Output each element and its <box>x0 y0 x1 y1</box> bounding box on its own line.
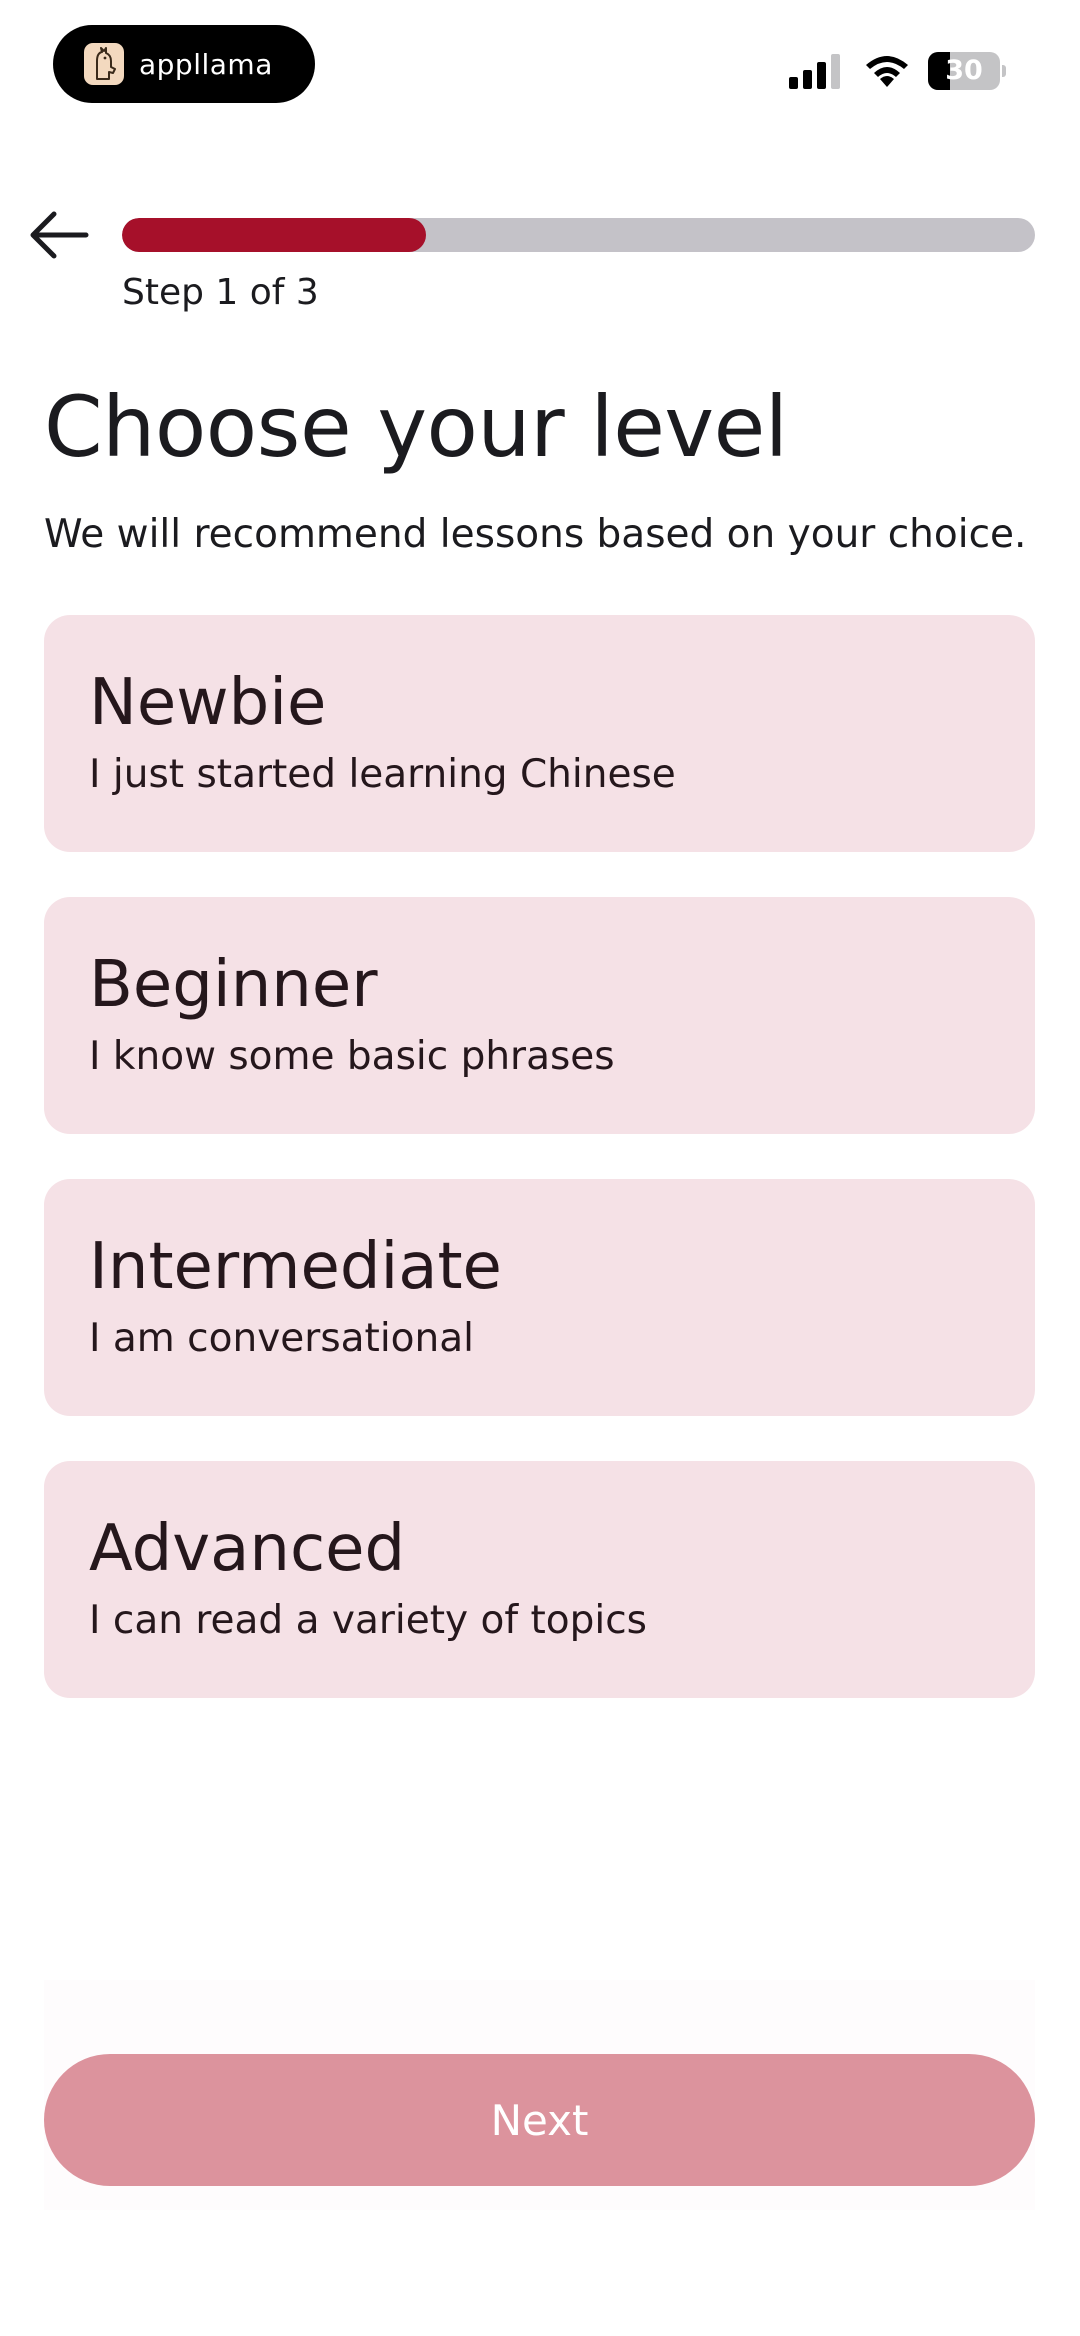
level-option-advanced[interactable]: Advanced I can read a variety of topics <box>44 1461 1035 1698</box>
llama-logo-icon <box>84 43 124 85</box>
recording-indicator: appllama <box>53 25 315 103</box>
next-button[interactable]: Next <box>44 2054 1035 2186</box>
onboarding-screen: appllama 30 Step 1 of 3 Choose your leve… <box>0 0 1080 2336</box>
level-options: Newbie I just started learning Chinese B… <box>44 615 1035 1743</box>
cellular-signal-icon <box>789 54 840 89</box>
level-description: I am conversational <box>89 1316 474 1361</box>
level-description: I can read a variety of topics <box>89 1598 647 1643</box>
level-description: I just started learning Chinese <box>89 752 676 797</box>
wifi-icon <box>866 56 908 87</box>
page-title: Choose your level <box>44 378 788 476</box>
battery-icon: 30 <box>928 52 1006 90</box>
level-name: Beginner <box>89 948 378 1022</box>
level-name: Intermediate <box>89 1230 502 1304</box>
app-name: appllama <box>139 47 273 81</box>
back-button[interactable] <box>26 200 92 270</box>
progress-bar <box>122 218 1035 252</box>
battery-level: 30 <box>945 55 983 86</box>
progress-bar-fill <box>122 218 427 252</box>
step-label: Step 1 of 3 <box>122 272 319 313</box>
level-name: Advanced <box>89 1512 406 1586</box>
level-name: Newbie <box>89 666 327 740</box>
level-description: I know some basic phrases <box>89 1034 615 1079</box>
level-option-beginner[interactable]: Beginner I know some basic phrases <box>44 897 1035 1134</box>
level-option-newbie[interactable]: Newbie I just started learning Chinese <box>44 615 1035 852</box>
level-option-intermediate[interactable]: Intermediate I am conversational <box>44 1179 1035 1416</box>
page-subtitle: We will recommend lessons based on your … <box>44 512 1027 557</box>
arrow-left-icon <box>30 211 89 259</box>
